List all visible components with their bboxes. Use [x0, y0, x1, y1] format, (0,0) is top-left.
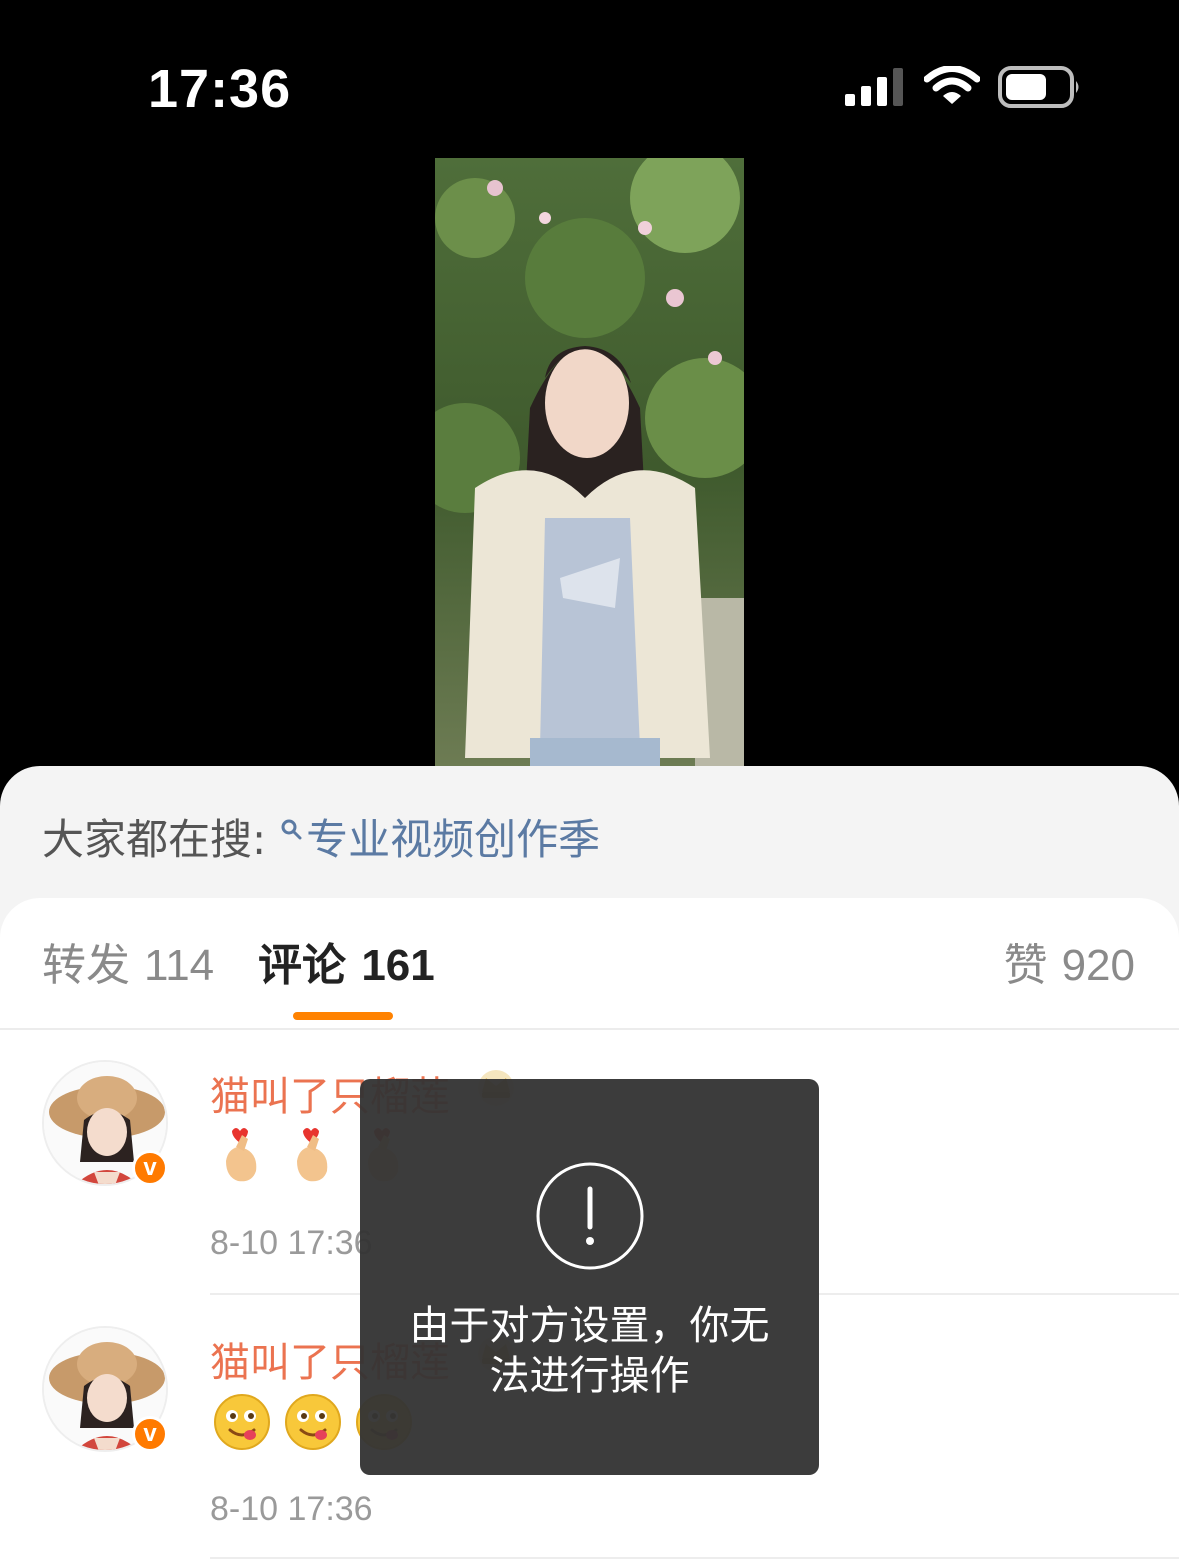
tab-repost-label: 转发 [42, 940, 130, 991]
comment-time: 8-10 17:36 [210, 1490, 373, 1528]
tab-repost-count: 114 [144, 941, 215, 990]
tab-active-indicator [293, 1012, 393, 1020]
toast-message: 由于对方设置，你无法进行操作 [360, 1079, 819, 1475]
tabs-divider [0, 1028, 1179, 1030]
wifi-icon [924, 66, 980, 104]
tab-repost[interactable]: 转发 114 [42, 938, 214, 994]
status-bar: 17:36 [0, 0, 1179, 160]
screen: 17:36 大家都在搜: 专业视频创作季 转发 114 评论 161 赞 920… [0, 0, 1179, 1560]
comment-time: 8-10 17:36 [210, 1224, 373, 1262]
status-time: 17:36 [148, 59, 292, 119]
yummy-face-emoji [285, 1394, 342, 1450]
finger-heart-emoji [226, 1128, 257, 1182]
toast-text: 由于对方设置，你无法进行操作 [409, 1303, 770, 1399]
tab-comment-label: 评论 [258, 940, 346, 991]
tab-comment[interactable]: 评论 161 [258, 938, 435, 994]
signal-icon [845, 68, 903, 106]
tab-bar: 转发 114 评论 161 赞 920 [0, 938, 1179, 1028]
photo-illustration [435, 158, 744, 778]
search-icon [281, 819, 302, 840]
yummy-face-emoji [214, 1394, 270, 1450]
tab-like[interactable]: 赞 920 [1004, 938, 1135, 994]
battery-icon [998, 66, 1079, 108]
hot-search-bar[interactable]: 大家都在搜: 专业视频创作季 [42, 806, 600, 867]
tab-like-count: 920 [1061, 941, 1135, 990]
finger-heart-emoji [297, 1128, 328, 1182]
verified-badge: v [132, 1416, 168, 1452]
exclamation-icon [536, 1162, 644, 1270]
hot-search-query[interactable]: 专业视频创作季 [306, 815, 600, 864]
tab-comment-count: 161 [361, 941, 435, 990]
comment-divider [210, 1557, 1179, 1559]
hot-search-label: 大家都在搜: [42, 815, 267, 864]
verified-badge: v [132, 1150, 168, 1186]
post-photo[interactable] [435, 158, 744, 778]
tab-like-label: 赞 [1003, 940, 1048, 991]
